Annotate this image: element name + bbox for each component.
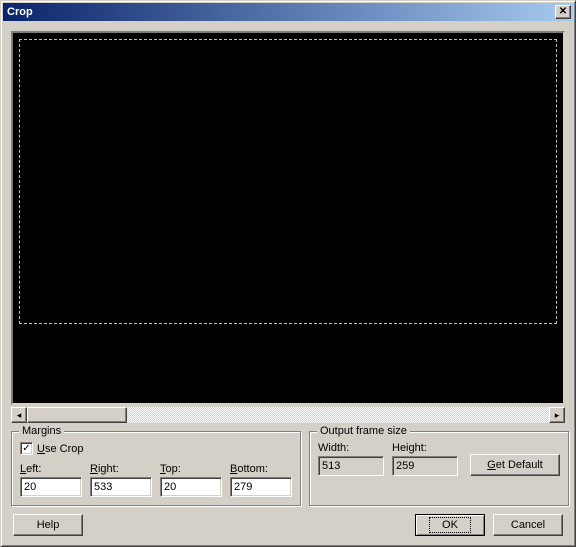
left-label: Left: xyxy=(20,463,82,475)
margins-legend: Margins xyxy=(19,425,64,437)
output-legend: Output frame size xyxy=(317,425,410,437)
bottom-field: Bottom: xyxy=(230,463,292,497)
height-input xyxy=(392,456,458,476)
use-crop-label[interactable]: Use Crop xyxy=(37,443,83,455)
triangle-left-icon: ◂ xyxy=(17,411,22,420)
button-row: Help OK Cancel xyxy=(11,514,565,536)
margins-fields: Left: Right: Top: Bottom: xyxy=(20,463,292,497)
width-field: Width: xyxy=(318,442,384,476)
top-input[interactable] xyxy=(160,477,222,497)
scroll-thumb[interactable] xyxy=(27,407,127,423)
get-default-button[interactable]: Get Default xyxy=(470,454,560,476)
close-icon: ✕ xyxy=(559,7,567,17)
horizontal-scrollbar[interactable]: ◂ ▸ xyxy=(11,407,565,423)
width-label: Width: xyxy=(318,442,384,454)
top-label: Top: xyxy=(160,463,222,475)
cancel-button[interactable]: Cancel xyxy=(493,514,563,536)
right-field: Right: xyxy=(90,463,152,497)
help-button[interactable]: Help xyxy=(13,514,83,536)
height-field: Height: xyxy=(392,442,458,476)
width-input xyxy=(318,456,384,476)
bottom-label: Bottom: xyxy=(230,463,292,475)
left-input[interactable] xyxy=(20,477,82,497)
height-label: Height: xyxy=(392,442,458,454)
top-field: Top: xyxy=(160,463,222,497)
titlebar[interactable]: Crop ✕ xyxy=(3,3,573,21)
bottom-input[interactable] xyxy=(230,477,292,497)
crop-rectangle[interactable] xyxy=(19,39,557,324)
crop-dialog: Crop ✕ ◂ ▸ Margins ✓ Use Crop xyxy=(0,0,576,547)
scroll-left-button[interactable]: ◂ xyxy=(11,407,27,423)
window-title: Crop xyxy=(7,6,555,18)
output-fields: Width: Height: Get Default xyxy=(318,442,560,476)
right-label: Right: xyxy=(90,463,152,475)
output-group: Output frame size Width: Height: Get Def… xyxy=(309,431,569,506)
close-button[interactable]: ✕ xyxy=(555,5,571,19)
preview-panel[interactable] xyxy=(11,31,565,405)
left-field: Left: xyxy=(20,463,82,497)
settings-row: Margins ✓ Use Crop Left: Right: To xyxy=(11,431,565,506)
client-area: ◂ ▸ Margins ✓ Use Crop Left: xyxy=(3,23,573,544)
use-crop-checkbox[interactable]: ✓ xyxy=(20,442,33,455)
triangle-right-icon: ▸ xyxy=(555,411,560,420)
use-crop-row: ✓ Use Crop xyxy=(20,442,292,455)
scroll-track[interactable] xyxy=(27,407,549,423)
scroll-right-button[interactable]: ▸ xyxy=(549,407,565,423)
ok-button[interactable]: OK xyxy=(415,514,485,536)
right-input[interactable] xyxy=(90,477,152,497)
margins-group: Margins ✓ Use Crop Left: Right: To xyxy=(11,431,301,506)
